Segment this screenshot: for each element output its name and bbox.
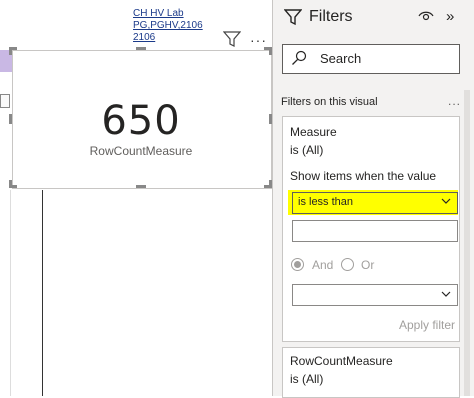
search-input[interactable]	[282, 44, 460, 74]
search-icon	[292, 50, 307, 65]
chevron-down-icon	[441, 198, 451, 204]
search-placeholder: Search	[320, 51, 362, 66]
chevron-down-icon	[441, 291, 451, 297]
resize-handle[interactable]	[136, 185, 146, 188]
pane-scrollbar[interactable]	[464, 90, 470, 396]
section-label: Filters on this visual	[281, 96, 378, 108]
filters-pane-title: Filters	[309, 8, 353, 25]
card-value: 650	[101, 98, 181, 144]
canvas-table-fragment	[0, 94, 10, 108]
or-label: Or	[361, 258, 375, 272]
resize-handle[interactable]	[9, 180, 12, 188]
visual-header-title[interactable]: CH HV Lab PG,PGHV,2106 2106	[133, 8, 203, 44]
filter-card-field[interactable]: Measure	[290, 125, 337, 139]
condition-value-input-1[interactable]	[292, 220, 458, 242]
condition-select-2[interactable]	[292, 284, 458, 306]
resize-handle[interactable]	[136, 47, 146, 50]
and-label: And	[312, 258, 334, 272]
canvas-gridline	[10, 190, 11, 396]
filter-card-state: is (All)	[290, 143, 324, 157]
or-radio[interactable]	[341, 258, 354, 271]
filter-card-state: is (All)	[290, 372, 324, 386]
collapse-icon[interactable]: »	[446, 8, 454, 25]
condition-select-1-value: is less than	[298, 196, 354, 208]
card-label: RowCountMeasure	[89, 144, 193, 158]
visual-header-line-1[interactable]: CH HV Lab	[133, 8, 203, 20]
resize-handle[interactable]	[9, 114, 12, 124]
funnel-icon	[284, 9, 302, 26]
eye-icon[interactable]	[418, 10, 434, 22]
more-icon[interactable]: ···	[250, 32, 267, 48]
canvas-gridline	[42, 190, 43, 396]
apply-filter-button[interactable]: Apply filter	[399, 318, 455, 332]
filter-icon[interactable]	[223, 30, 241, 48]
and-radio-dot	[294, 261, 301, 268]
section-more-icon[interactable]: ...	[448, 94, 461, 108]
filter-card-field[interactable]: RowCountMeasure	[290, 354, 393, 368]
show-items-label: Show items when the value	[290, 169, 437, 183]
resize-handle[interactable]	[9, 47, 12, 55]
visual-header-line-3[interactable]: 2106	[133, 32, 203, 44]
visual-header-line-2[interactable]: PG,PGHV,2106	[133, 20, 203, 32]
